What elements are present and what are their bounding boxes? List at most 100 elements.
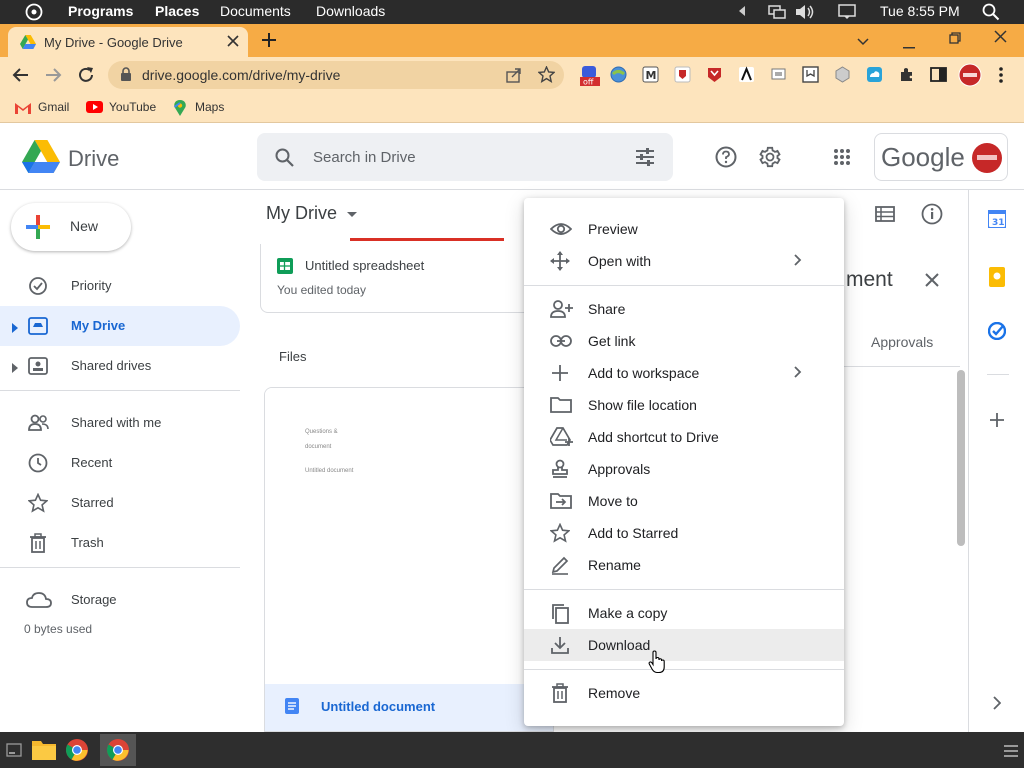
breadcrumb[interactable]: My Drive — [266, 203, 357, 224]
chrome-active-taskbar-button[interactable] — [100, 734, 136, 766]
extension-a-icon[interactable] — [738, 66, 755, 88]
url-text[interactable]: drive.google.com/drive/my-drive — [142, 67, 340, 83]
forward-arrow-icon[interactable] — [44, 66, 62, 89]
tab-search-chevron-icon[interactable] — [857, 33, 869, 51]
menu-item-get-link[interactable]: Get link — [524, 325, 844, 357]
browser-menu-icon[interactable] — [998, 66, 1004, 89]
os-menu-downloads[interactable]: Downloads — [316, 3, 385, 19]
window-close-icon[interactable] — [994, 30, 1007, 48]
account-switcher[interactable]: Google — [874, 133, 1008, 181]
plus-color-icon — [26, 215, 50, 244]
os-search-icon[interactable] — [982, 3, 1000, 21]
menu-item-preview[interactable]: Preview — [524, 213, 844, 245]
nav-item-recent[interactable]: Recent — [0, 443, 240, 483]
new-tab-icon[interactable] — [261, 32, 277, 53]
search-icon[interactable] — [275, 148, 294, 172]
os-menu-icon[interactable] — [25, 3, 43, 21]
expand-caret-icon[interactable] — [12, 321, 18, 336]
nav-item-trash[interactable]: Trash — [0, 523, 240, 563]
settings-gear-icon[interactable] — [758, 145, 782, 174]
nav-item-priority[interactable]: Priority — [0, 266, 240, 306]
tasks-icon[interactable] — [987, 321, 1007, 345]
apps-grid-icon[interactable] — [833, 148, 851, 171]
keep-icon[interactable] — [989, 267, 1005, 292]
extension-globe-icon[interactable] — [610, 66, 627, 88]
menu-item-add-to-workspace[interactable]: Add to workspace — [524, 357, 844, 389]
extension-cloud-icon[interactable] — [866, 66, 883, 88]
share-page-icon[interactable] — [506, 67, 522, 86]
chrome-taskbar-icon[interactable] — [65, 738, 89, 767]
os-menu-programs[interactable]: Programs — [68, 3, 133, 19]
suggested-file-card[interactable]: Untitled spreadsheet You edited today — [260, 244, 550, 313]
account-avatar[interactable] — [971, 142, 1003, 179]
menu-item-show-file-location[interactable]: Show file location — [524, 389, 844, 421]
expand-panel-chevron-icon[interactable] — [993, 696, 1002, 715]
extension-mcafee-icon[interactable] — [706, 66, 723, 88]
add-addon-plus-icon[interactable] — [989, 412, 1005, 433]
search-input[interactable]: Search in Drive — [313, 149, 416, 166]
extension-hex-icon[interactable] — [834, 66, 851, 88]
taskbar-menu-icon[interactable] — [1004, 744, 1018, 762]
tab-close-icon[interactable] — [226, 34, 240, 51]
menu-item-move-to[interactable]: Move to — [524, 485, 844, 517]
nav-item-my-drive[interactable]: My Drive — [0, 306, 240, 346]
details-close-icon[interactable] — [924, 272, 940, 293]
list-view-icon[interactable] — [875, 206, 895, 227]
show-desktop-icon[interactable] — [6, 743, 22, 762]
extension-m-icon[interactable]: M — [642, 66, 659, 88]
menu-item-make-a-copy[interactable]: Make a copy — [524, 597, 844, 629]
back-arrow-icon[interactable] — [12, 66, 30, 89]
drive-search-bar[interactable]: Search in Drive — [257, 133, 673, 181]
clock-icon — [28, 453, 48, 473]
menu-item-label: Add shortcut to Drive — [588, 429, 719, 445]
extensions-puzzle-icon[interactable] — [898, 66, 915, 88]
nav-item-shared-with-me[interactable]: Shared with me — [0, 403, 240, 443]
browser-tab[interactable]: My Drive - Google Drive — [8, 27, 248, 57]
menu-item-remove[interactable]: Remove — [524, 677, 844, 709]
reload-icon[interactable] — [77, 66, 95, 89]
details-tab-approvals[interactable]: Approvals — [871, 334, 933, 350]
os-clock[interactable]: Tue 8:55 PM — [880, 3, 960, 19]
menu-item-share[interactable]: Share — [524, 293, 844, 325]
nav-item-storage[interactable]: Storage — [0, 580, 240, 620]
sidepanel-icon[interactable] — [930, 66, 947, 88]
network-icon[interactable] — [768, 4, 786, 20]
google-brand-text: Google — [881, 142, 965, 172]
menu-item-download[interactable]: Download — [524, 629, 844, 661]
nav-item-starred[interactable]: Starred — [0, 483, 240, 523]
drive-app-name[interactable]: Drive — [68, 146, 119, 172]
os-menu-places[interactable]: Places — [155, 3, 199, 19]
address-bar[interactable]: drive.google.com/drive/my-drive — [108, 61, 564, 89]
extension-off-icon[interactable]: off — [580, 65, 600, 92]
nav-item-shared-drives[interactable]: Shared drives — [0, 346, 240, 386]
restore-icon[interactable] — [949, 31, 961, 49]
file-manager-icon[interactable] — [31, 738, 57, 767]
volume-icon[interactable] — [795, 4, 815, 20]
menu-item-label: Approvals — [588, 461, 651, 477]
info-icon[interactable] — [921, 203, 943, 230]
lock-icon[interactable] — [120, 67, 132, 85]
extension-shield-icon[interactable] — [674, 66, 691, 88]
profile-avatar[interactable] — [958, 63, 982, 92]
minimize-icon[interactable] — [903, 36, 915, 54]
notification-icon[interactable] — [838, 4, 856, 20]
menu-item-add-shortcut[interactable]: Add shortcut to Drive — [524, 421, 844, 453]
menu-item-add-to-starred[interactable]: Add to Starred — [524, 517, 844, 549]
os-menu-documents[interactable]: Documents — [220, 3, 291, 19]
search-options-icon[interactable] — [635, 148, 655, 171]
bookmark-star-icon[interactable] — [537, 65, 556, 86]
extension-box-icon[interactable] — [802, 66, 819, 88]
file-card-footer[interactable]: Untitled document — [265, 684, 553, 731]
menu-item-approvals[interactable]: Approvals — [524, 453, 844, 485]
tray-left-arrow-icon[interactable] — [737, 5, 747, 17]
menu-item-rename[interactable]: Rename — [524, 549, 844, 581]
new-button[interactable]: New — [11, 203, 131, 251]
extension-window-icon[interactable] — [770, 66, 787, 88]
expand-caret-icon[interactable] — [12, 361, 18, 376]
calendar-icon[interactable]: 31 — [987, 209, 1007, 233]
menu-item-open-with[interactable]: Open with — [524, 245, 844, 277]
details-scrollbar[interactable] — [957, 370, 965, 546]
drive-logo-icon[interactable] — [22, 140, 60, 179]
help-icon[interactable] — [715, 146, 737, 173]
file-card[interactable]: Questions & document Untitled document U… — [264, 387, 554, 732]
